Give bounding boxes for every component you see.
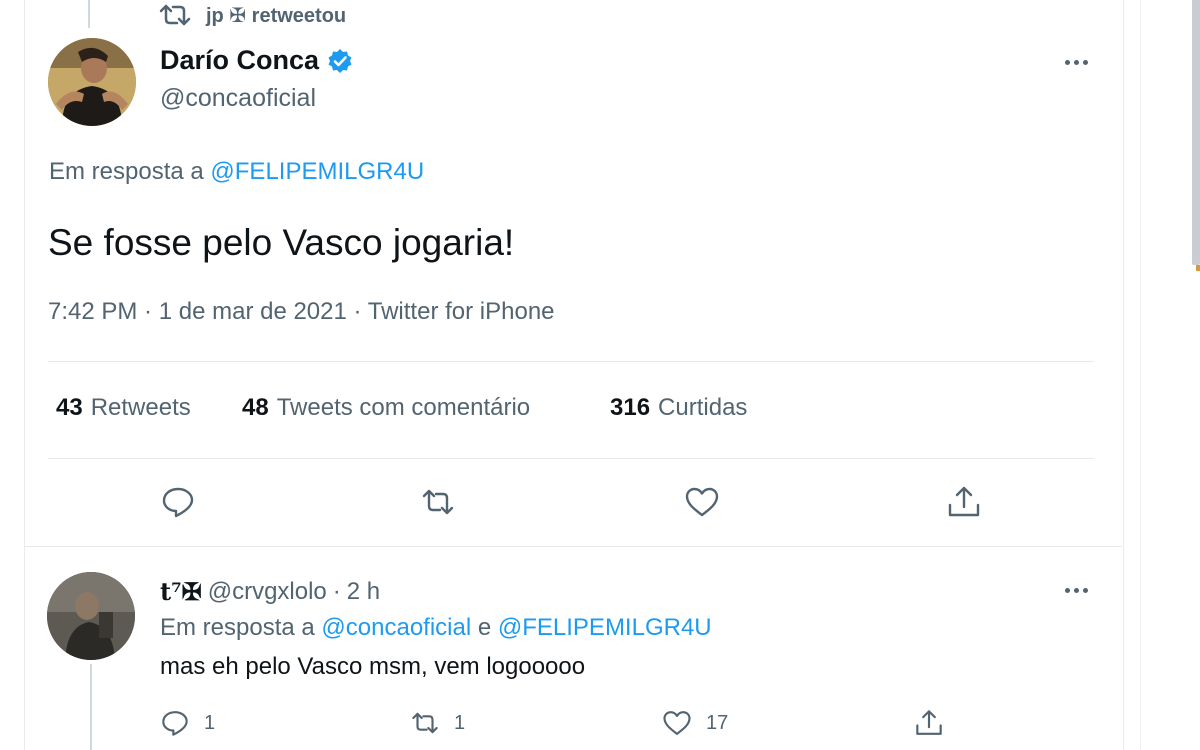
divider — [48, 361, 1094, 362]
retweet-header[interactable]: jp ✠ retweetou — [158, 1, 346, 29]
right-border — [1140, 0, 1141, 750]
verified-icon — [328, 48, 352, 73]
thread-line — [88, 0, 90, 28]
avatar[interactable] — [47, 572, 135, 660]
retweet-button[interactable]: 1 — [410, 708, 465, 738]
reply-icon — [162, 487, 194, 518]
share-icon — [916, 710, 942, 735]
more-icon[interactable] — [1058, 52, 1094, 72]
tweet-stats: 43 Retweets 48 Tweets com comentário 316… — [56, 394, 747, 422]
divider — [48, 458, 1094, 459]
likes-label: Curtidas — [658, 394, 748, 421]
retweets-count: 43 — [56, 394, 83, 421]
quotes-stat[interactable]: 48 Tweets com comentário — [242, 394, 610, 422]
author-handle[interactable]: @concaoficial — [160, 84, 316, 113]
reply-to-prefix: Em resposta a — [49, 158, 204, 185]
quotes-label: Tweets com comentário — [276, 394, 531, 421]
retweet-icon — [159, 4, 191, 26]
divider — [24, 546, 1122, 547]
share-icon — [948, 486, 980, 517]
likes-stat[interactable]: 316 Curtidas — [610, 394, 747, 422]
like-icon — [685, 487, 719, 517]
meta-separator: · — [137, 298, 159, 325]
avatar-image — [47, 572, 135, 660]
retweeter-name[interactable]: jp — [206, 5, 224, 27]
like-button[interactable]: 17 — [662, 708, 728, 738]
reply-to-and: e — [477, 614, 492, 641]
like-button[interactable] — [684, 484, 720, 520]
reply-icon — [162, 711, 188, 736]
tweet-text: Se fosse pelo Vasco jogaria! — [48, 222, 515, 263]
author-name-row[interactable]: Darío Conca — [160, 45, 353, 76]
share-button[interactable] — [914, 708, 944, 738]
retweet-count: 1 — [454, 711, 466, 734]
avatar[interactable] — [48, 38, 136, 126]
tweet-source[interactable]: Twitter for iPhone — [368, 298, 555, 325]
likes-count: 316 — [610, 394, 651, 421]
like-count: 17 — [706, 711, 729, 734]
retweets-label: Retweets — [90, 394, 191, 421]
reply-button[interactable]: 1 — [160, 708, 215, 738]
reply-to-mention[interactable]: @concaoficial — [321, 614, 471, 641]
reply-text: mas eh pelo Vasco msm, vem logooooo — [160, 653, 586, 680]
more-icon[interactable] — [1058, 580, 1094, 600]
retweet-icon — [422, 489, 454, 515]
like-icon — [663, 711, 691, 735]
reply-to: Em resposta a @concaoficial e @FELIPEMIL… — [160, 614, 712, 642]
tweet-time[interactable]: 7:42 PM — [48, 298, 137, 325]
reply-author-handle[interactable]: @crvgxlolo — [208, 578, 327, 606]
reply-separator: · — [332, 577, 341, 605]
reply-to-mention[interactable]: @FELIPEMILGR4U — [210, 158, 424, 185]
reply-to-mention[interactable]: @FELIPEMILGR4U — [498, 614, 712, 641]
retweets-stat[interactable]: 43 Retweets — [56, 394, 242, 422]
scroll-marker — [1196, 265, 1200, 271]
retweeter-emoji: ✠ — [229, 4, 247, 27]
avatar-image — [48, 38, 136, 126]
reply-button[interactable] — [160, 484, 196, 520]
retweet-label: retweetou — [251, 4, 347, 27]
reply-time[interactable]: 2 h — [347, 578, 380, 606]
reply-to-prefix: Em resposta a — [160, 614, 315, 641]
reply-to: Em resposta a @FELIPEMILGR4U — [49, 158, 424, 186]
retweet-icon — [412, 712, 438, 734]
meta-separator: · — [346, 298, 368, 325]
retweet-button[interactable] — [420, 484, 456, 520]
tweet-date[interactable]: 1 de mar de 2021 — [159, 298, 347, 325]
scrollbar[interactable] — [1192, 0, 1200, 265]
reply-header: t⁷✠ @crvgxlolo · 2 h — [160, 577, 380, 606]
thread-line — [90, 664, 92, 750]
reply-count: 1 — [204, 711, 216, 734]
share-button[interactable] — [946, 484, 982, 520]
tweet-meta: 7:42 PM · 1 de mar de 2021 · Twitter for… — [48, 298, 555, 326]
quotes-count: 48 — [242, 394, 269, 421]
author-name[interactable]: Darío Conca — [160, 45, 319, 76]
reply-author-name[interactable]: t⁷✠ — [160, 577, 202, 606]
